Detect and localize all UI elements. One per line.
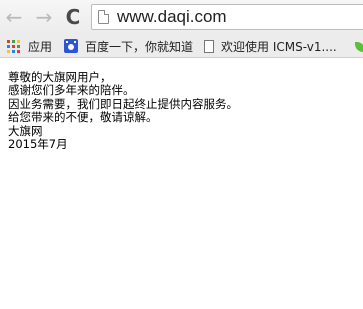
reload-icon[interactable]: C bbox=[62, 5, 84, 29]
bookmark-label: 百度一下，你就知道 bbox=[85, 39, 194, 54]
baidu-paw-icon bbox=[64, 39, 78, 53]
apology-line: 给您带来的不便，敬请谅解。 bbox=[8, 110, 158, 125]
notice-content: 尊敬的大旗网用户， 感谢您们多年来的陪伴。 因业务需要，我们即日起终止提供内容服… bbox=[8, 70, 238, 152]
signature-line: 大旗网 bbox=[8, 123, 43, 138]
document-icon bbox=[204, 39, 214, 53]
bookmark-icms[interactable]: 欢迎使用 ICMS-v1.... bbox=[204, 35, 337, 57]
bookmark-label: 应用 bbox=[28, 39, 53, 54]
bookmark-baidu[interactable]: 百度一下，你就知道 bbox=[64, 35, 193, 57]
url-text[interactable]: www.daqi.com bbox=[117, 7, 227, 27]
notice-line: 因业务需要，我们即日起终止提供内容服务。 bbox=[8, 96, 238, 111]
forward-arrow-icon[interactable]: → bbox=[33, 5, 55, 29]
bookmarks-bar: 应用 百度一下，你就知道 欢迎使用 ICMS-v1.... bbox=[0, 35, 363, 58]
greeting-line: 尊敬的大旗网用户， bbox=[8, 70, 112, 84]
apps-grid-icon bbox=[7, 39, 20, 53]
date-line: 2015年7月 bbox=[8, 137, 68, 152]
page-icon bbox=[98, 10, 109, 24]
back-arrow-icon[interactable]: ← bbox=[3, 5, 25, 29]
bookmark-label: 欢迎使用 ICMS-v1.... bbox=[221, 39, 337, 54]
browser-toolbar: ← → C www.daqi.com bbox=[0, 0, 363, 35]
address-bar[interactable]: www.daqi.com bbox=[91, 4, 363, 30]
bookmark-apps[interactable]: 应用 bbox=[7, 35, 52, 57]
thanks-line: 感谢您们多年来的陪伴。 bbox=[8, 83, 135, 98]
